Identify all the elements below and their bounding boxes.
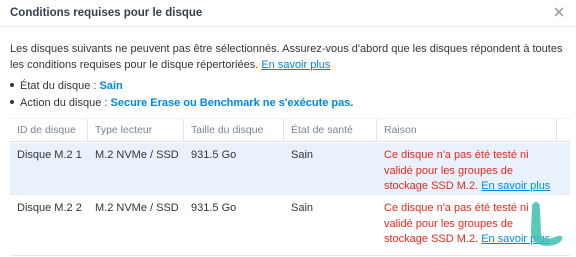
- column-header-drive-type[interactable]: Type lecteur: [88, 119, 184, 142]
- dialog-header: Conditions requises pour le disque: [0, 0, 576, 26]
- bullet-dot: [10, 83, 14, 88]
- column-header-spacer: [557, 119, 570, 142]
- close-icon[interactable]: [552, 5, 566, 19]
- table-header: ID de disque Type lecteur Taille du disq…: [10, 118, 570, 142]
- table-row[interactable]: Disque M.2 1 M.2 NVMe / SSD 931.5 Go Sai…: [10, 143, 570, 195]
- cell-health: Sain: [291, 202, 314, 214]
- learn-more-link[interactable]: En savoir plus: [261, 59, 330, 71]
- header-divider: [0, 26, 576, 27]
- bullet-disk-action: Action du disque : Secure Erase ou Bench…: [10, 97, 353, 109]
- cell-disk-size: 931.5 Go: [191, 149, 237, 161]
- disk-state-label: État du disque :: [20, 80, 100, 92]
- bullet-disk-state: État du disque : Sain: [10, 80, 123, 92]
- column-header-disk-id[interactable]: ID de disque: [10, 119, 88, 142]
- cell-disk-id: Disque M.2 2: [17, 202, 82, 214]
- disk-action-value: Secure Erase ou Benchmark ne s'exécute p…: [110, 97, 354, 109]
- disk-requirements-dialog: Conditions requises pour le disque Les d…: [0, 0, 576, 257]
- cell-drive-type: M.2 NVMe / SSD: [95, 149, 179, 161]
- reason-learn-more-link[interactable]: En savoir plus: [481, 180, 550, 192]
- column-header-health[interactable]: État de santé: [284, 119, 377, 142]
- bullet-dot: [10, 100, 14, 105]
- brand-logo-mark: [524, 200, 566, 248]
- cell-disk-id: Disque M.2 1: [17, 149, 82, 161]
- disk-table: ID de disque Type lecteur Taille du disq…: [10, 118, 570, 257]
- disk-action-label: Action du disque :: [20, 97, 111, 109]
- intro-paragraph: Les disques suivants ne peuvent pas être…: [10, 42, 570, 73]
- column-header-disk-size[interactable]: Taille du disque: [184, 119, 284, 142]
- disk-state-value: Sain: [99, 80, 123, 92]
- table-row[interactable]: Disque M.2 2 M.2 NVMe / SSD 931.5 Go Sai…: [10, 196, 570, 256]
- dialog-title: Conditions requises pour le disque: [10, 7, 203, 19]
- cell-drive-type: M.2 NVMe / SSD: [95, 202, 179, 214]
- cell-disk-size: 931.5 Go: [191, 202, 237, 214]
- column-header-reason[interactable]: Raison: [377, 119, 557, 142]
- cell-health: Sain: [291, 149, 314, 161]
- cell-reason: Ce disque n'a pas été testé ni validé po…: [377, 148, 557, 195]
